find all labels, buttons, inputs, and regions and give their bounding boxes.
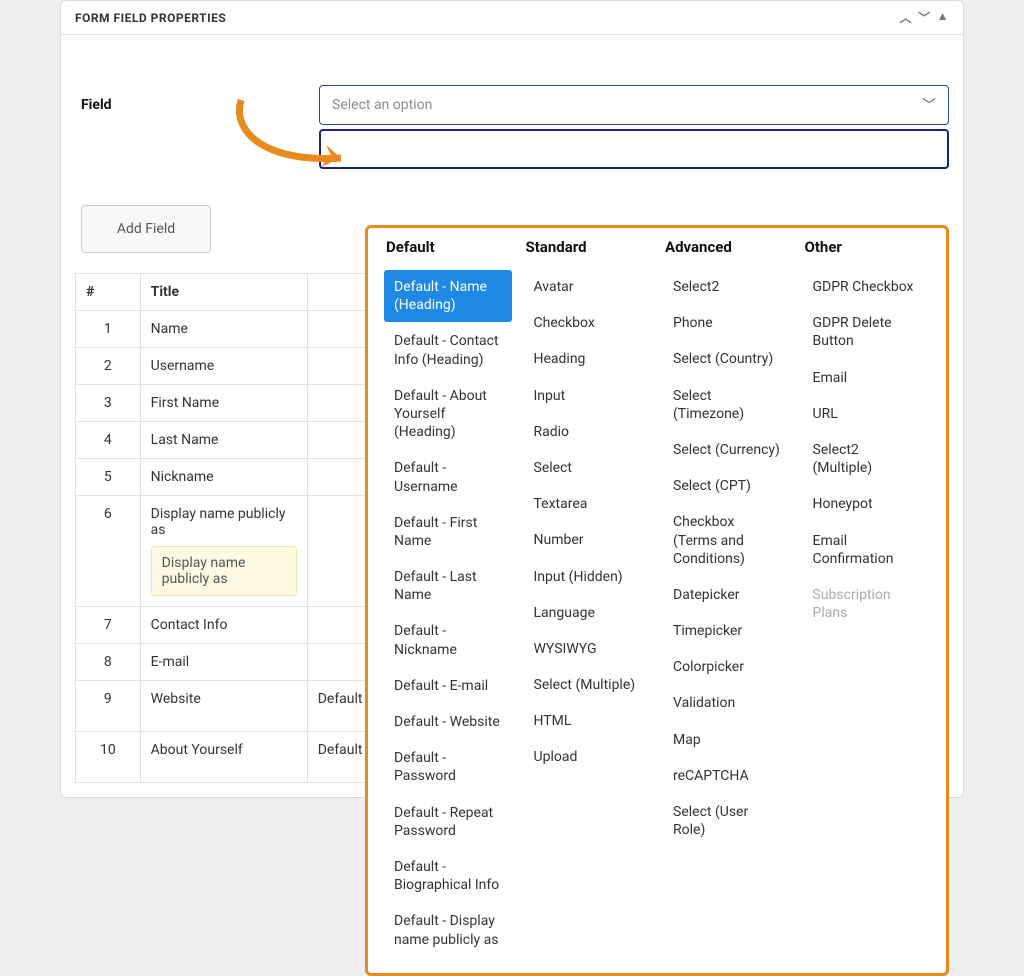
row-title: Last Name — [140, 422, 307, 459]
field-select-dropdown: DefaultDefault - Name (Heading)Default -… — [365, 225, 949, 976]
dropdown-option[interactable]: Select (CPT) — [663, 469, 791, 503]
row-title: Nickname — [140, 459, 307, 496]
dropdown-option[interactable]: Select (Multiple) — [524, 668, 652, 702]
dropdown-option[interactable]: Language — [524, 596, 652, 630]
col-title: Title — [140, 274, 307, 311]
dropdown-option[interactable]: Input (Hidden) — [524, 560, 652, 594]
field-label: Field — [75, 97, 295, 113]
dropdown-option[interactable]: Default - Display name publicly as — [384, 904, 512, 956]
dropdown-option[interactable]: HTML — [524, 704, 652, 738]
row-number: 4 — [76, 422, 141, 459]
dropdown-option[interactable]: GDPR Delete Button — [803, 306, 931, 358]
row-title: Name — [140, 311, 307, 348]
dropdown-option[interactable]: Default - Website — [384, 705, 512, 739]
dropdown-option[interactable]: Select (User Role) — [663, 795, 791, 847]
row-title: Display name publicly asDisplay name pub… — [140, 496, 307, 607]
row-number: 5 — [76, 459, 141, 496]
dropdown-option[interactable]: Default - First Name — [384, 506, 512, 558]
dropdown-option[interactable]: Select — [524, 451, 652, 485]
dropdown-option[interactable]: Honeypot — [803, 487, 931, 521]
dropdown-option[interactable]: Radio — [524, 415, 652, 449]
dropdown-option[interactable]: Default - Nickname — [384, 614, 512, 666]
dropdown-option[interactable]: GDPR Checkbox — [803, 270, 931, 304]
add-field-button[interactable]: Add Field — [81, 205, 211, 253]
dropdown-option[interactable]: Default - Name (Heading) — [384, 270, 512, 322]
dropdown-option[interactable]: Upload — [524, 740, 652, 774]
dropdown-group-heading: Advanced — [663, 238, 791, 256]
dropdown-option[interactable]: Checkbox (Terms and Conditions) — [663, 505, 791, 576]
select-placeholder: Select an option — [332, 97, 432, 113]
chevron-down-icon: ﹀ — [922, 95, 936, 115]
row-number: 3 — [76, 385, 141, 422]
dropdown-option[interactable]: Default - Biographical Info — [384, 850, 512, 902]
dropdown-option[interactable]: Select (Country) — [663, 342, 791, 376]
dropdown-option[interactable]: Select (Timezone) — [663, 379, 791, 431]
dropdown-option[interactable]: Default - About Yourself (Heading) — [384, 379, 512, 450]
triangle-up-icon[interactable]: ▲ — [937, 9, 949, 26]
panel-title: FORM FIELD PROPERTIES — [75, 11, 226, 25]
row-number: 2 — [76, 348, 141, 385]
row-title: About Yourself — [140, 732, 307, 783]
dropdown-search-input[interactable] — [319, 129, 949, 169]
dropdown-option[interactable]: Datepicker — [663, 578, 791, 612]
row-title: Website — [140, 681, 307, 732]
row-title: E-mail — [140, 644, 307, 681]
dropdown-option[interactable]: Avatar — [524, 270, 652, 304]
dropdown-option: Subscription Plans — [803, 578, 931, 630]
col-number: # — [76, 274, 141, 311]
dropdown-option[interactable]: Default - Password — [384, 741, 512, 793]
chevron-up-icon[interactable]: ︿ — [900, 9, 913, 26]
dropdown-option[interactable]: reCAPTCHA — [663, 759, 791, 793]
dropdown-option[interactable]: Input — [524, 379, 652, 413]
dropdown-group-heading: Standard — [524, 238, 652, 256]
row-title: Contact Info — [140, 607, 307, 644]
row-note: Display name publicly as — [151, 546, 297, 596]
row-number: 6 — [76, 496, 141, 607]
dropdown-option[interactable]: Select (Currency) — [663, 433, 791, 467]
dropdown-option[interactable]: Select2 — [663, 270, 791, 304]
dropdown-option[interactable]: Email — [803, 361, 931, 395]
dropdown-option[interactable]: Default - E-mail — [384, 669, 512, 703]
panel-header: FORM FIELD PROPERTIES ︿ ﹀ ▲ — [61, 1, 963, 35]
dropdown-option[interactable]: Default - Contact Info (Heading) — [384, 324, 512, 376]
row-title: Username — [140, 348, 307, 385]
dropdown-group-heading: Other — [803, 238, 931, 256]
row-number: 9 — [76, 681, 141, 732]
dropdown-group-heading: Default — [384, 238, 512, 256]
dropdown-option[interactable]: Validation — [663, 686, 791, 720]
dropdown-option[interactable]: WYSIWYG — [524, 632, 652, 666]
row-number: 8 — [76, 644, 141, 681]
dropdown-option[interactable]: Textarea — [524, 487, 652, 521]
dropdown-option[interactable]: Default - Last Name — [384, 560, 512, 612]
dropdown-option[interactable]: URL — [803, 397, 931, 431]
dropdown-option[interactable]: Timepicker — [663, 614, 791, 648]
dropdown-option[interactable]: Map — [663, 723, 791, 757]
dropdown-option[interactable]: Default - Username — [384, 451, 512, 503]
dropdown-option[interactable]: Phone — [663, 306, 791, 340]
dropdown-option[interactable]: Select2 (Multiple) — [803, 433, 931, 485]
row-number: 1 — [76, 311, 141, 348]
dropdown-option[interactable]: Number — [524, 523, 652, 557]
field-select[interactable]: Select an option ﹀ — [319, 85, 949, 125]
dropdown-option[interactable]: Checkbox — [524, 306, 652, 340]
chevron-down-icon[interactable]: ﹀ — [918, 9, 931, 26]
row-number: 10 — [76, 732, 141, 783]
dropdown-option[interactable]: Colorpicker — [663, 650, 791, 684]
dropdown-option[interactable]: Default - Repeat Password — [384, 796, 512, 848]
row-title: First Name — [140, 385, 307, 422]
row-number: 7 — [76, 607, 141, 644]
dropdown-option[interactable]: Email Confirmation — [803, 524, 931, 576]
dropdown-option[interactable]: Heading — [524, 342, 652, 376]
